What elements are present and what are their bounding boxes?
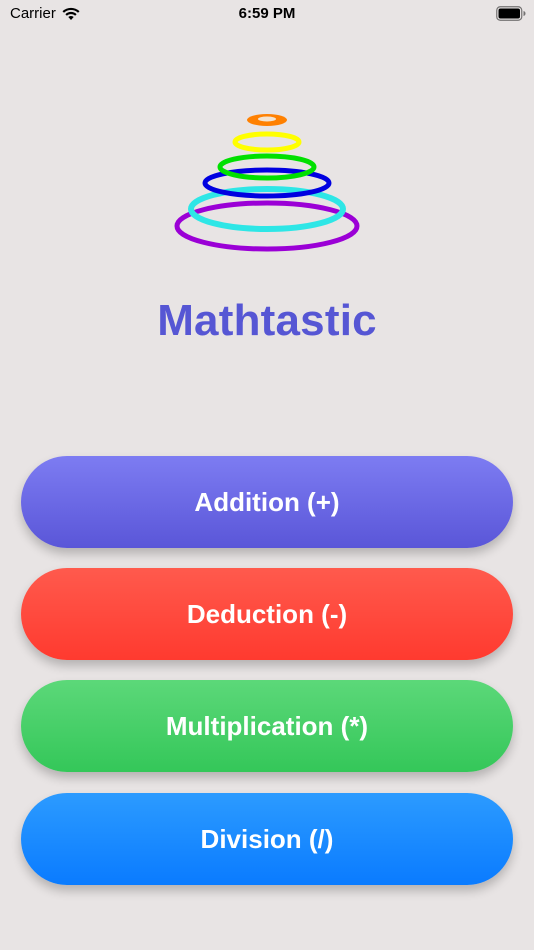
multiplication-button[interactable]: Multiplication (*) xyxy=(21,680,513,772)
battery-icon xyxy=(496,6,526,21)
division-button-label: Division (/) xyxy=(200,823,334,854)
division-button[interactable]: Division (/) xyxy=(21,793,513,885)
app-title: Mathtastic xyxy=(157,296,377,345)
addition-button[interactable]: Addition (+) xyxy=(21,456,513,548)
deduction-button[interactable]: Deduction (-) xyxy=(21,568,513,660)
deduction-button-label: Deduction (-) xyxy=(186,598,348,629)
rainbow-rings-icon xyxy=(174,114,360,252)
status-time: 6:59 PM xyxy=(238,5,296,22)
addition-button-label: Addition (+) xyxy=(194,486,340,517)
multiplication-button-label: Multiplication (*) xyxy=(165,710,369,741)
status-bar: Carrier 6:59 PM xyxy=(0,0,534,28)
